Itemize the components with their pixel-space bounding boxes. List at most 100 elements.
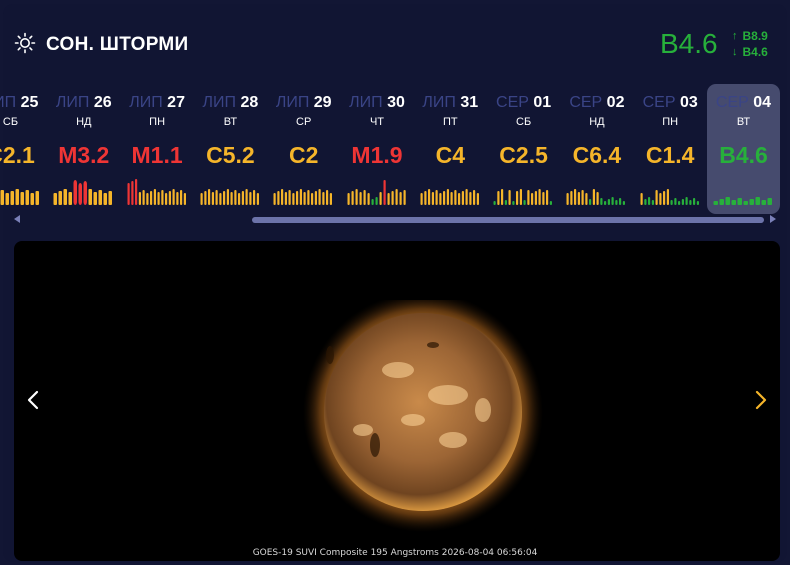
arrow-up-icon: ↑ [732, 30, 738, 42]
flare-bar [351, 191, 354, 205]
flare-bar [512, 201, 515, 205]
day-column[interactable]: СЕР 02 НД C6.4 [560, 84, 633, 214]
day-column[interactable]: СЕР 03 ПН C1.4 [634, 84, 707, 214]
flare-bar [296, 191, 299, 205]
flare-bar [142, 190, 145, 205]
flare-bar [0, 190, 4, 205]
flare-bar [737, 198, 742, 205]
sun-image [303, 292, 543, 540]
flare-bar [749, 199, 754, 205]
flare-bar [673, 198, 677, 205]
day-column[interactable]: ЛИП 26 НД M3.2 [47, 84, 120, 214]
flare-bar [570, 191, 573, 205]
flare-bar [318, 189, 321, 205]
flare-bar [469, 192, 472, 205]
day-number: 27 [167, 94, 185, 111]
day-column[interactable]: СЕР 01 СБ C2.5 [487, 84, 560, 214]
day-column[interactable]: ЛИП 31 ПТ C4 [414, 84, 487, 214]
day-number: 26 [93, 94, 112, 111]
day-number: 03 [679, 94, 698, 111]
flare-bar [329, 193, 333, 205]
flare-bar [685, 197, 688, 205]
flare-bar [578, 192, 581, 205]
current-flare-class: B4.6 [660, 28, 718, 59]
day-number: 02 [606, 94, 625, 111]
flare-bar [427, 189, 430, 205]
flare-bar [359, 192, 362, 205]
flare-bar [134, 179, 137, 205]
flare-bar [692, 198, 695, 205]
flare-bar [604, 201, 607, 205]
flare-bar [608, 199, 611, 205]
flare-bar [127, 183, 130, 205]
flare-bar [527, 190, 530, 205]
flare-activity-bars [267, 177, 340, 205]
day-month: СЕР [715, 94, 749, 111]
flare-bar [88, 189, 93, 205]
day-max-flare: M1.1 [131, 142, 183, 168]
day-column[interactable]: ЛИП 28 ВТ C5.2 [194, 84, 267, 214]
flare-bar [655, 190, 658, 205]
flare-bar [615, 200, 618, 205]
flare-bar [63, 189, 68, 205]
flare-bar [222, 191, 226, 205]
flare-bar [457, 193, 460, 205]
flare-bar [175, 192, 179, 205]
flare-bar [619, 198, 622, 205]
day-month: ЛИП [0, 94, 17, 111]
day-column[interactable]: ЛИП 29 СР C2 [267, 84, 340, 214]
flare-bar [73, 180, 78, 205]
scroll-left-arrow[interactable] [14, 215, 20, 223]
flare-bar [307, 190, 310, 205]
flare-bar [237, 193, 241, 205]
flare-bar [589, 199, 592, 205]
sun-outline-icon [14, 32, 36, 59]
flare-bar [574, 189, 577, 205]
day-column[interactable]: ЛИП 27 ПН M1.1 [121, 84, 194, 214]
day-column[interactable]: СЕР 04 ВТ B4.6 [707, 84, 780, 214]
day-date: СЕР 02 [560, 94, 633, 112]
horizontal-scrollbar-thumb[interactable] [252, 217, 764, 223]
flare-bar [98, 190, 103, 205]
day-date: ЛИП 30 [341, 94, 414, 112]
flare-bar [5, 193, 9, 205]
flare-range: ↑ B8.9 ↓ B4.6 [732, 28, 768, 60]
day-weekday: СБ [2, 116, 19, 128]
day-max-flare: M3.2 [58, 142, 110, 168]
flare-bar [454, 190, 457, 205]
flare-bar [534, 191, 538, 205]
scroll-right-arrow[interactable] [770, 215, 776, 223]
day-weekday: СБ [516, 116, 532, 128]
flare-bar [719, 199, 724, 205]
day-max-flare: B4.6 [719, 142, 768, 168]
next-image-button[interactable] [746, 385, 776, 415]
flare-bar [450, 192, 453, 205]
day-weekday: ВТ [223, 116, 238, 128]
flare-bar [670, 200, 673, 205]
flare-bar [696, 201, 699, 205]
flare-bar [226, 189, 229, 205]
flare-bar [207, 189, 211, 205]
day-max-flare: C2.1 [0, 142, 35, 168]
flare-bar [504, 200, 508, 205]
flare-activity-bars [414, 177, 487, 205]
day-column[interactable]: ЛИП 30 ЧТ M1.9 [341, 84, 414, 214]
day-column[interactable]: ЛИП 25СБC2.1 [0, 84, 47, 214]
flare-bar [461, 191, 464, 205]
flare-bar [538, 189, 541, 205]
flare-bar [215, 190, 218, 205]
flare-bar [241, 191, 244, 205]
flare-bar [508, 190, 511, 205]
day-max-flare: C1.4 [645, 142, 695, 168]
previous-image-button[interactable] [18, 385, 48, 415]
flare-bar [399, 192, 402, 205]
chevron-right-icon [755, 390, 767, 410]
daily-flare-strip[interactable]: ЛИП 25СБC2.1ЛИП 26НДM3.2ЛИП 27ПНM1.1ЛИП … [0, 84, 790, 214]
flare-bar [516, 191, 519, 205]
flare-bar [600, 198, 603, 205]
max-flare-value: B8.9 [742, 29, 768, 43]
flare-bar [566, 193, 570, 205]
day-number: 04 [753, 94, 772, 111]
day-date: ЛИП 29 [267, 94, 340, 112]
day-month: СЕР [642, 94, 676, 111]
